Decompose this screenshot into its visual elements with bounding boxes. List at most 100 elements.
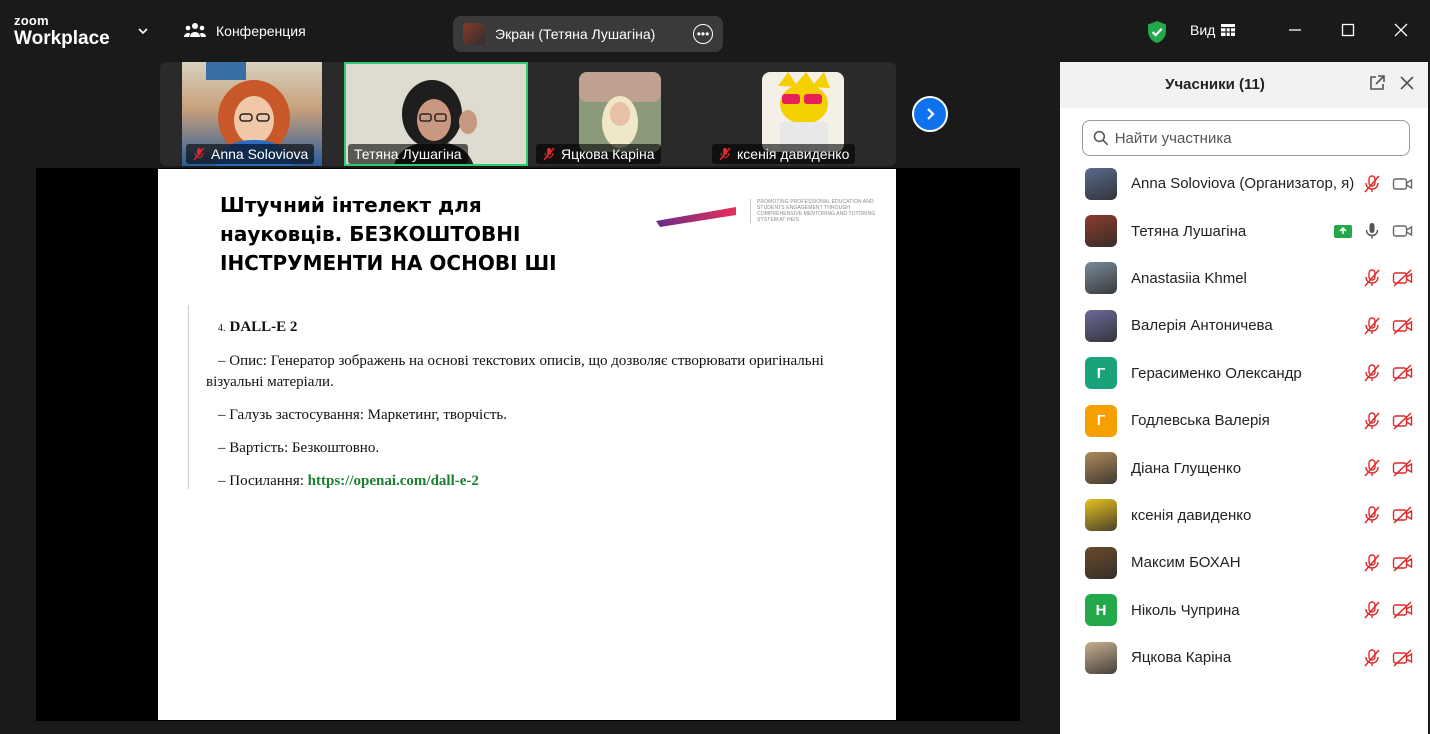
mic-icon[interactable] <box>1362 221 1382 241</box>
maximize-icon[interactable] <box>1338 20 1358 40</box>
participants-panel: Учасники (11) Anna Soloviova (Организато… <box>1060 62 1428 734</box>
video-tile[interactable]: Яцкова Каріна <box>532 62 682 166</box>
mic-off-icon <box>543 147 555 161</box>
participant-status <box>1362 316 1414 336</box>
close-icon[interactable] <box>1398 74 1416 92</box>
mic-off-icon[interactable] <box>1362 648 1382 668</box>
participant-name: Герасименко Олександр <box>1131 364 1302 382</box>
minimize-icon[interactable] <box>1285 20 1305 40</box>
mic-off-icon[interactable] <box>1362 363 1382 383</box>
bottom-bar <box>0 721 1060 734</box>
pop-out-icon[interactable] <box>1368 74 1386 92</box>
participant-row[interactable]: Діана Глущенко <box>1060 444 1428 491</box>
application-field: – Галузь застосування: Маркетинг, творчі… <box>218 407 507 423</box>
conference-menu[interactable]: Конференция <box>184 22 306 40</box>
video-off-icon[interactable] <box>1392 317 1414 335</box>
mic-off-icon[interactable] <box>1362 458 1382 478</box>
participant-status <box>1362 411 1414 431</box>
participant-status <box>1362 505 1414 525</box>
participant-name: ксенія давиденко <box>1131 506 1252 524</box>
divider <box>188 305 189 489</box>
video-icon[interactable] <box>1392 222 1414 240</box>
avatar <box>1085 499 1117 532</box>
video-off-icon[interactable] <box>1392 459 1414 477</box>
video-tile[interactable]: Anna Soloviova <box>182 62 322 166</box>
video-off-icon[interactable] <box>1392 649 1414 667</box>
video-tile-active[interactable]: Тетяна Лушагіна <box>344 62 528 166</box>
mic-off-icon[interactable] <box>1362 174 1382 194</box>
participant-row[interactable]: Валерія Антоничева <box>1060 302 1428 349</box>
participant-row[interactable]: Г Годлевська Валерія <box>1060 397 1428 444</box>
avatar: Г <box>1085 357 1117 390</box>
mic-off-icon[interactable] <box>1362 553 1382 573</box>
screen-share-indicator[interactable]: Экран (Тетяна Лушагіна) ••• <box>453 16 723 52</box>
mic-off-icon[interactable] <box>1362 600 1382 620</box>
view-menu[interactable]: Вид <box>1190 22 1236 38</box>
video-icon[interactable] <box>1392 175 1414 193</box>
security-shield-icon[interactable] <box>1146 20 1168 44</box>
video-off-icon[interactable] <box>1392 269 1414 288</box>
video-off-icon[interactable] <box>1392 554 1414 572</box>
panel-title: Учасники (11) <box>1165 76 1265 93</box>
item-title: DALL-E 2 <box>229 319 298 335</box>
tile-name-tag: Яцкова Каріна <box>536 144 661 164</box>
participant-row[interactable]: Яцкова Каріна <box>1060 634 1428 681</box>
participant-row[interactable]: Максим БОХАН <box>1060 539 1428 586</box>
avatar <box>1085 309 1117 342</box>
video-tile[interactable]: ксенія давиденко <box>708 62 874 166</box>
close-window-icon[interactable] <box>1391 20 1411 40</box>
logo-line1: zoom <box>14 13 49 28</box>
participant-status <box>1362 458 1414 478</box>
participant-search[interactable] <box>1082 120 1410 156</box>
avatar <box>1085 262 1117 295</box>
participant-row[interactable]: Тетяна Лушагіна <box>1060 207 1428 254</box>
video-off-icon[interactable] <box>1392 364 1414 382</box>
more-options-icon[interactable]: ••• <box>693 24 713 44</box>
mic-off-icon[interactable] <box>1362 316 1382 336</box>
presentation-slide: Штучний інтелект для науковців. БЕЗКОШТО… <box>158 169 896 720</box>
promento-logo: PROMOTING PROFESSIONAL EDUCATION AND STU… <box>656 199 876 235</box>
sharer-avatar <box>463 23 485 45</box>
mic-off-icon[interactable] <box>1362 505 1382 525</box>
tile-name-tag: ксенія давиденко <box>712 144 856 164</box>
participant-row[interactable]: ксенія давиденко <box>1060 492 1428 539</box>
video-off-icon[interactable] <box>1392 506 1414 524</box>
slide-title: Штучний інтелект для науковців. БЕЗКОШТО… <box>220 193 557 275</box>
participant-row[interactable]: Г Герасименко Олександр <box>1060 350 1428 397</box>
panel-header: Учасники (11) <box>1060 62 1428 108</box>
participant-status <box>1362 553 1414 573</box>
participant-name: Яцкова Каріна <box>1131 649 1232 667</box>
tile-name: Anna Soloviova <box>211 146 309 162</box>
participant-row[interactable]: Anna Soloviova (Организатор, я) <box>1060 160 1428 207</box>
avatar <box>1085 546 1117 579</box>
cost: – Вартість: Безкоштовно. <box>218 440 380 456</box>
participant-name: Максим БОХАН <box>1131 554 1241 572</box>
participant-row[interactable]: Anastasiia Khmel <box>1060 255 1428 302</box>
mic-off-icon <box>193 147 205 161</box>
search-input[interactable] <box>1114 129 1399 147</box>
mic-off-icon[interactable] <box>1362 411 1382 431</box>
avatar: Н <box>1085 594 1117 627</box>
dalle-link[interactable]: https://openai.com/dall-e-2 <box>308 473 479 489</box>
item-number: 4. <box>218 323 226 334</box>
title-bar: zoom Workplace Конференция Экран (Тетяна… <box>0 0 1430 62</box>
tile-name: Яцкова Каріна <box>561 146 655 162</box>
zoom-logo[interactable]: zoom Workplace <box>14 14 110 48</box>
people-icon <box>184 23 206 37</box>
avatar <box>1085 641 1117 674</box>
video-off-icon[interactable] <box>1392 601 1414 619</box>
mic-off-icon[interactable] <box>1362 268 1382 288</box>
avatar <box>1085 452 1117 485</box>
zoom-window: zoom Workplace Конференция Экран (Тетяна… <box>0 0 1430 734</box>
tile-name: ксенія давиденко <box>737 146 850 162</box>
view-label: Вид <box>1190 22 1216 38</box>
search-icon <box>1093 130 1109 146</box>
participant-status <box>1362 600 1414 620</box>
participant-name: Діана Глущенко <box>1131 459 1242 477</box>
next-page-button[interactable] <box>912 96 948 132</box>
participant-status <box>1362 363 1414 383</box>
participant-status <box>1334 221 1414 241</box>
chevron-down-icon[interactable] <box>136 24 150 38</box>
participant-row[interactable]: Н Ніколь Чуприна <box>1060 587 1428 634</box>
video-off-icon[interactable] <box>1392 412 1414 430</box>
